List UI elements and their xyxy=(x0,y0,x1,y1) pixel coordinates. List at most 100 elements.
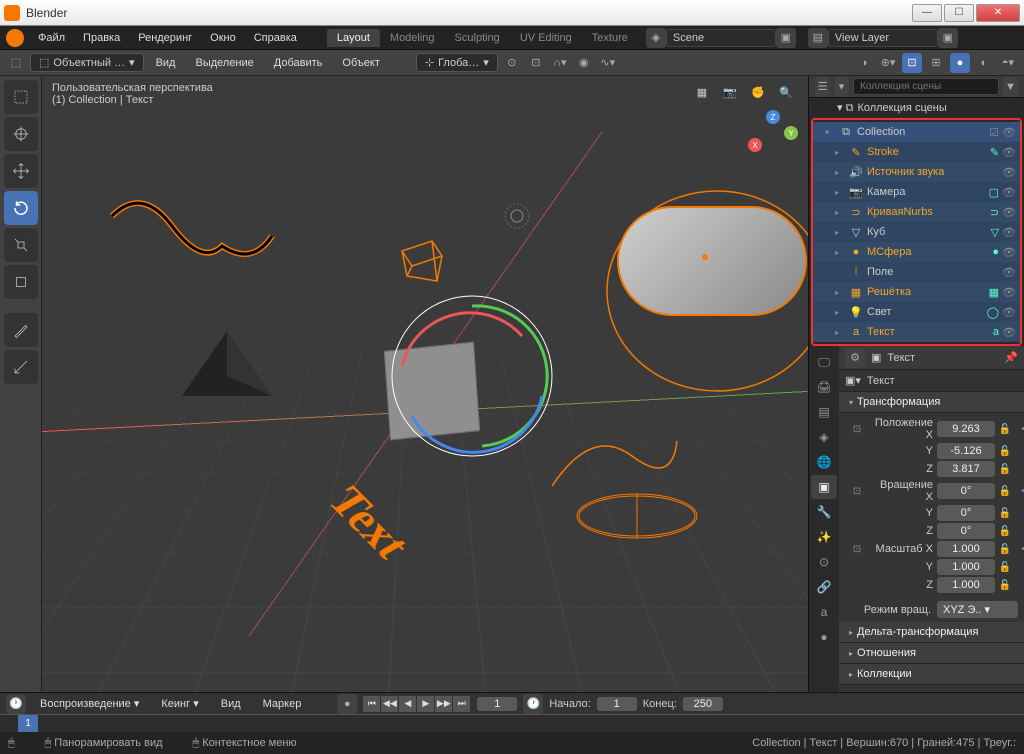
outliner-scene-collection[interactable]: ▾ ⧉ Коллекция сцены xyxy=(809,98,1024,118)
outliner-item-nurbs[interactable]: ▸⊃КриваяNurbs⊃ 👁 xyxy=(813,202,1020,222)
orientation-dropdown[interactable]: ⊹Глоба…▾ xyxy=(416,53,498,72)
timeline-editor-icon[interactable]: 🕐 xyxy=(6,694,26,714)
ptab-output[interactable]: 🖨 xyxy=(811,375,837,399)
pan-view-icon[interactable]: ✊ xyxy=(746,80,770,104)
shading-matprev-icon[interactable]: ◐ xyxy=(974,53,994,73)
outliner-item-field[interactable]: ⦚Поле👁 xyxy=(813,262,1020,282)
scene-new-icon[interactable]: ▣ xyxy=(776,28,796,48)
tool-cursor[interactable] xyxy=(4,117,38,151)
menu-window[interactable]: Окно xyxy=(202,32,244,44)
keyframe-prev-icon[interactable]: ◀◀ xyxy=(381,696,399,712)
camera-view-icon[interactable]: 📷 xyxy=(718,80,742,104)
outliner-item-sound[interactable]: ▸🔊Источник звука👁 xyxy=(813,162,1020,182)
blender-logo-icon[interactable] xyxy=(6,29,24,47)
panel-delta[interactable]: ▸Дельта-трансформация xyxy=(839,622,1024,643)
timeline-ruler[interactable]: 1 xyxy=(0,714,1024,732)
outliner-item-lattice[interactable]: ▸▦Решётка▦ 👁 xyxy=(813,282,1020,302)
ptab-viewlayer[interactable]: ▤ xyxy=(811,400,837,424)
timeline-view[interactable]: Вид xyxy=(213,698,249,710)
header-object[interactable]: Объект xyxy=(334,57,387,69)
outliner-item-stroke[interactable]: ▸✎Stroke✎ 👁 xyxy=(813,142,1020,162)
outliner-collection-row[interactable]: ▾⧉ Collection ☑ 👁 xyxy=(813,122,1020,142)
menu-render[interactable]: Рендеринг xyxy=(130,32,200,44)
pos-z-field[interactable]: 3.817 xyxy=(937,461,995,477)
shading-wire-icon[interactable]: ⊞ xyxy=(926,53,946,73)
lock-pos-icon[interactable]: ⊡ xyxy=(845,424,869,435)
viewlayer-icon[interactable]: ▤ xyxy=(808,28,828,48)
timeclock-icon[interactable]: 🕐 xyxy=(523,694,543,714)
overlay-toggle-icon[interactable]: ⊕▾ xyxy=(878,53,898,73)
panel-transform[interactable]: ▾Трансформация xyxy=(839,392,1024,413)
prop-falloff-icon[interactable]: ∿▾ xyxy=(598,53,618,73)
shading-render-icon[interactable]: ◓▾ xyxy=(998,53,1018,73)
scale-y-field[interactable]: 1.000 xyxy=(937,559,995,575)
ptab-material[interactable]: ● xyxy=(811,625,837,649)
tab-sculpting[interactable]: Sculpting xyxy=(445,29,510,47)
keyframe-next-icon[interactable]: ▶▶ xyxy=(435,696,453,712)
tool-measure[interactable] xyxy=(4,350,38,384)
axis-y-icon[interactable]: Y xyxy=(784,126,798,140)
panel-collections[interactable]: ▸Коллекции xyxy=(839,664,1024,685)
autokey-icon[interactable]: ● xyxy=(337,694,357,714)
maximize-button[interactable]: ☐ xyxy=(944,4,974,22)
tool-select[interactable] xyxy=(4,80,38,114)
snap-target-icon[interactable]: ∩▾ xyxy=(550,53,570,73)
viewport-3d[interactable]: Пользовательская перспектива (1) Collect… xyxy=(42,76,808,692)
menu-edit[interactable]: Правка xyxy=(75,32,128,44)
rot-z-field[interactable]: 0° xyxy=(937,523,995,539)
scene-icon[interactable]: ◈ xyxy=(646,28,666,48)
scale-z-field[interactable]: 1.000 xyxy=(937,577,995,593)
lock-icon[interactable]: 🔓 xyxy=(997,424,1013,435)
ptab-world[interactable]: 🌐 xyxy=(811,450,837,474)
outliner-display-icon[interactable]: ▾ xyxy=(834,77,849,97)
ptab-modifier[interactable]: 🔧 xyxy=(811,500,837,524)
timeline-marker[interactable]: Маркер xyxy=(255,698,310,710)
tab-modeling[interactable]: Modeling xyxy=(380,29,445,47)
ptab-scene[interactable]: ◈ xyxy=(811,425,837,449)
menu-file[interactable]: Файл xyxy=(30,32,73,44)
rotmode-dropdown[interactable]: XYZ Э.. ▾ xyxy=(937,601,1018,618)
tool-move[interactable] xyxy=(4,154,38,188)
properties-item-name[interactable]: ▣▾Текст xyxy=(839,370,1024,392)
end-frame-field[interactable]: 250 xyxy=(683,697,723,711)
tab-layout[interactable]: Layout xyxy=(327,29,380,47)
pin-icon[interactable]: 📌 xyxy=(1004,351,1018,364)
timeline-keying[interactable]: Кеинг ▾ xyxy=(153,697,206,710)
timeline-playback[interactable]: Воспроизведение ▾ xyxy=(32,697,147,710)
current-frame-field[interactable]: 1 xyxy=(477,697,517,711)
snap-icon[interactable]: ⊡ xyxy=(526,53,546,73)
axis-z-icon[interactable]: Z xyxy=(766,110,780,124)
outliner-item-light[interactable]: ▸💡Свет◯ 👁 xyxy=(813,302,1020,322)
outliner-filter-icon[interactable]: ▼ xyxy=(1003,77,1018,97)
mode-dropdown[interactable]: ⬚Объектный …▾ xyxy=(30,53,144,72)
pos-y-field[interactable]: -5.126 xyxy=(937,443,995,459)
shading-solid-icon[interactable]: ● xyxy=(950,53,970,73)
editor-type-icon[interactable]: ⬚ xyxy=(6,53,26,73)
xray-icon[interactable]: ⊡ xyxy=(902,53,922,73)
tool-transform[interactable] xyxy=(4,265,38,299)
outliner-item-camera[interactable]: ▸📷Камера▢ 👁 xyxy=(813,182,1020,202)
tool-rotate[interactable] xyxy=(4,191,38,225)
ptab-particles[interactable]: ✨ xyxy=(811,525,837,549)
pivot-icon[interactable]: ⊙ xyxy=(502,53,522,73)
tab-uv[interactable]: UV Editing xyxy=(510,29,582,47)
outliner-item-cube[interactable]: ▸▽Куб▽ 👁 xyxy=(813,222,1020,242)
jump-start-icon[interactable]: ⏮ xyxy=(363,696,381,712)
proportional-icon[interactable]: ◉ xyxy=(574,53,594,73)
rot-x-field[interactable]: 0° xyxy=(937,483,995,499)
viewlayer-new-icon[interactable]: ▣ xyxy=(938,28,958,48)
tool-scale[interactable] xyxy=(4,228,38,262)
outliner-editor-icon[interactable]: ☰ xyxy=(815,77,830,97)
outliner-item-mball[interactable]: ▸●MCфера● 👁 xyxy=(813,242,1020,262)
ptab-render[interactable]: 🖵 xyxy=(811,350,837,374)
outliner-search[interactable] xyxy=(853,78,999,95)
tab-texture[interactable]: Texture xyxy=(582,29,638,47)
pos-x-field[interactable]: 9.263 xyxy=(937,421,995,437)
ptab-physics[interactable]: ⊙ xyxy=(811,550,837,574)
ptab-constraints[interactable]: 🔗 xyxy=(811,575,837,599)
close-button[interactable]: ✕ xyxy=(976,4,1020,22)
navigation-gizmo[interactable]: Z Y X xyxy=(748,110,798,160)
zoom-view-icon[interactable]: 🔍 xyxy=(774,80,798,104)
viewlayer-field[interactable]: View Layer xyxy=(828,29,938,47)
tool-annotate[interactable] xyxy=(4,313,38,347)
